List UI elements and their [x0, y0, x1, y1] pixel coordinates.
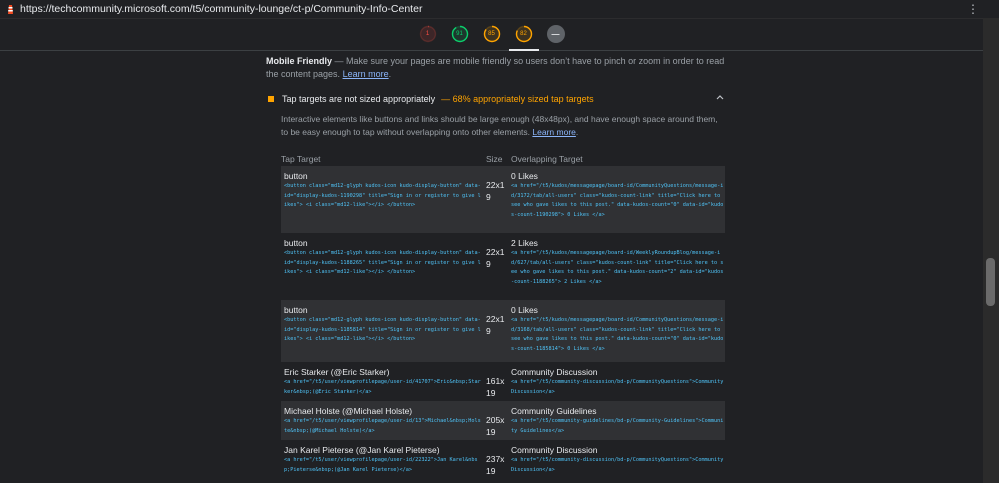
vertical-dots-icon[interactable]: ⋮ [967, 2, 979, 16]
tap-target-cell: button <button class="md12-glyph kudos-ic… [281, 305, 483, 362]
audit-end-punct: . [575, 126, 579, 137]
chevron-up-icon[interactable] [716, 92, 724, 102]
size-value: 237x19 [486, 454, 505, 476]
tap-target-label: button [284, 171, 308, 181]
table-row: button <button class="md12-glyph kudos-ic… [281, 300, 725, 362]
overlap-code: <a href="/t5/kudos/messagepage/board-id/… [511, 183, 724, 218]
overlap-label: 2 Likes [511, 238, 538, 248]
scrollbar-thumb[interactable] [986, 258, 995, 306]
score-gauges: 1 91 85 82 — [0, 18, 983, 51]
size-value: 22x19 [486, 247, 505, 269]
tap-target-code: <button class="md12-glyph kudos-icon kud… [284, 317, 481, 342]
overlap-code: <a href="/t5/kudos/messagepage/board-id/… [511, 250, 724, 285]
overlap-code: <a href="/t5/community-guidelines/bd-p/C… [511, 418, 724, 434]
overlap-label: 0 Likes [511, 171, 538, 181]
mobile-friendly-title: Mobile Friendly [266, 56, 333, 66]
overlap-code: <a href="/t5/kudos/messagepage/board-id/… [511, 317, 724, 352]
size-cell: 22x19 [483, 305, 508, 362]
mobile-end-punct: . [388, 69, 392, 79]
tap-target-code: <a href="/t5/user/viewprofilepage/user-i… [284, 379, 481, 395]
tap-target-code: <a href="/t5/user/viewprofilepage/user-i… [284, 418, 481, 434]
size-value: 22x19 [486, 180, 505, 202]
tap-targets-audit-header[interactable]: Tap targets are not sized appropriately … [266, 92, 726, 106]
size-cell: 237x19 [483, 445, 508, 480]
audit-description-text: Interactive elements like buttons and li… [281, 114, 718, 137]
tap-target-cell: button <button class="md12-glyph kudos-ic… [281, 171, 483, 233]
size-cell: 205x19 [483, 406, 508, 440]
tap-target-label: Jan Karel Pieterse (@Jan Karel Pieterse) [284, 445, 440, 455]
mobile-friendly-note: Mobile Friendly — Make sure your pages a… [266, 55, 726, 81]
audit-display-value: — 68% appropriately sized tap targets [441, 94, 594, 104]
size-value: 22x19 [486, 314, 505, 336]
overlap-cell: 0 Likes <a href="/t5/kudos/messagepage/bo… [508, 171, 725, 233]
tap-target-cell: button <button class="md12-glyph kudos-ic… [281, 238, 483, 300]
table-body: button <button class="md12-glyph kudos-ic… [281, 166, 725, 480]
table-row: Eric Starker (@Eric Starker) <a href="/t5… [281, 362, 725, 401]
size-cell: 22x19 [483, 238, 508, 300]
size-value: 205x19 [486, 415, 505, 437]
pwa-badge[interactable]: — [546, 25, 565, 43]
overlap-code: <a href="/t5/community-discussion/bd-p/C… [511, 379, 724, 395]
table-row: Michael Holste (@Michael Holste) <a href=… [281, 401, 725, 440]
address-bar[interactable]: https://techcommunity.microsoft.com/t5/c… [0, 0, 999, 19]
gauge-score: 85 [488, 31, 495, 37]
audit-description: Interactive elements like buttons and li… [281, 113, 721, 138]
table-header: Tap Target Size Overlapping Target [281, 152, 725, 166]
header-overlapping-target: Overlapping Target [511, 154, 583, 164]
tap-target-label: Eric Starker (@Eric Starker) [284, 367, 390, 377]
tap-target-label: Michael Holste (@Michael Holste) [284, 406, 413, 416]
warning-square-icon [268, 96, 274, 102]
tap-target-code: <button class="md12-glyph kudos-icon kud… [284, 250, 481, 275]
overlap-label: 0 Likes [511, 305, 538, 315]
tap-target-cell: Eric Starker (@Eric Starker) <a href="/t5… [281, 367, 483, 401]
url-text[interactable]: https://techcommunity.microsoft.com/t5/c… [20, 3, 422, 15]
overlap-cell: Community Discussion <a href="/t5/communi… [508, 367, 725, 401]
mobile-learn-more-link[interactable]: Learn more [343, 69, 389, 79]
pwa-symbol: — [551, 29, 560, 39]
audit-title: Tap targets are not sized appropriately [282, 94, 436, 104]
tap-target-cell: Michael Holste (@Michael Holste) <a href=… [281, 406, 483, 440]
lighthouse-icon [6, 4, 15, 15]
audit-learn-more-link[interactable]: Learn more [532, 127, 575, 137]
score-gauge[interactable]: 82 [508, 25, 539, 51]
score-gauge[interactable]: 91 [451, 25, 469, 43]
header-tap-target: Tap Target [281, 154, 321, 164]
tap-targets-table: Tap Target Size Overlapping Target butto… [281, 152, 725, 480]
overlap-cell: 0 Likes <a href="/t5/kudos/messagepage/bo… [508, 305, 725, 362]
size-value: 161x19 [486, 376, 505, 398]
tap-target-code: <a href="/t5/user/viewprofilepage/user-i… [284, 457, 478, 473]
overlap-cell: Community Guidelines <a href="/t5/communi… [508, 406, 725, 440]
tap-target-cell: Jan Karel Pieterse (@Jan Karel Pieterse)… [281, 445, 483, 480]
header-size: Size [486, 154, 503, 164]
overlap-cell: Community Discussion <a href="/t5/communi… [508, 445, 725, 480]
tap-target-label: button [284, 305, 308, 315]
gauge-score: 91 [456, 31, 463, 37]
table-row: Jan Karel Pieterse (@Jan Karel Pieterse)… [281, 440, 725, 480]
tap-target-label: button [284, 238, 308, 248]
score-gauge[interactable]: 85 [483, 25, 501, 43]
table-row: button <button class="md12-glyph kudos-ic… [281, 233, 725, 300]
tap-target-code: <button class="md12-glyph kudos-icon kud… [284, 183, 481, 208]
size-cell: 161x19 [483, 367, 508, 401]
overlap-label: Community Discussion [511, 367, 598, 377]
overlap-label: Community Discussion [511, 445, 598, 455]
size-cell: 22x19 [483, 171, 508, 233]
overlap-label: Community Guidelines [511, 406, 597, 416]
overlap-cell: 2 Likes <a href="/t5/kudos/messagepage/bo… [508, 238, 725, 300]
score-gauge[interactable]: 1 [419, 25, 437, 43]
table-row: button <button class="md12-glyph kudos-ic… [281, 166, 725, 233]
mobile-friendly-text: — Make sure your pages are mobile friend… [266, 56, 725, 79]
gauge-score: 82 [520, 31, 527, 37]
overlap-code: <a href="/t5/community-discussion/bd-p/C… [511, 457, 724, 473]
scrollbar[interactable] [983, 18, 999, 483]
gauge-score: 1 [425, 31, 430, 37]
